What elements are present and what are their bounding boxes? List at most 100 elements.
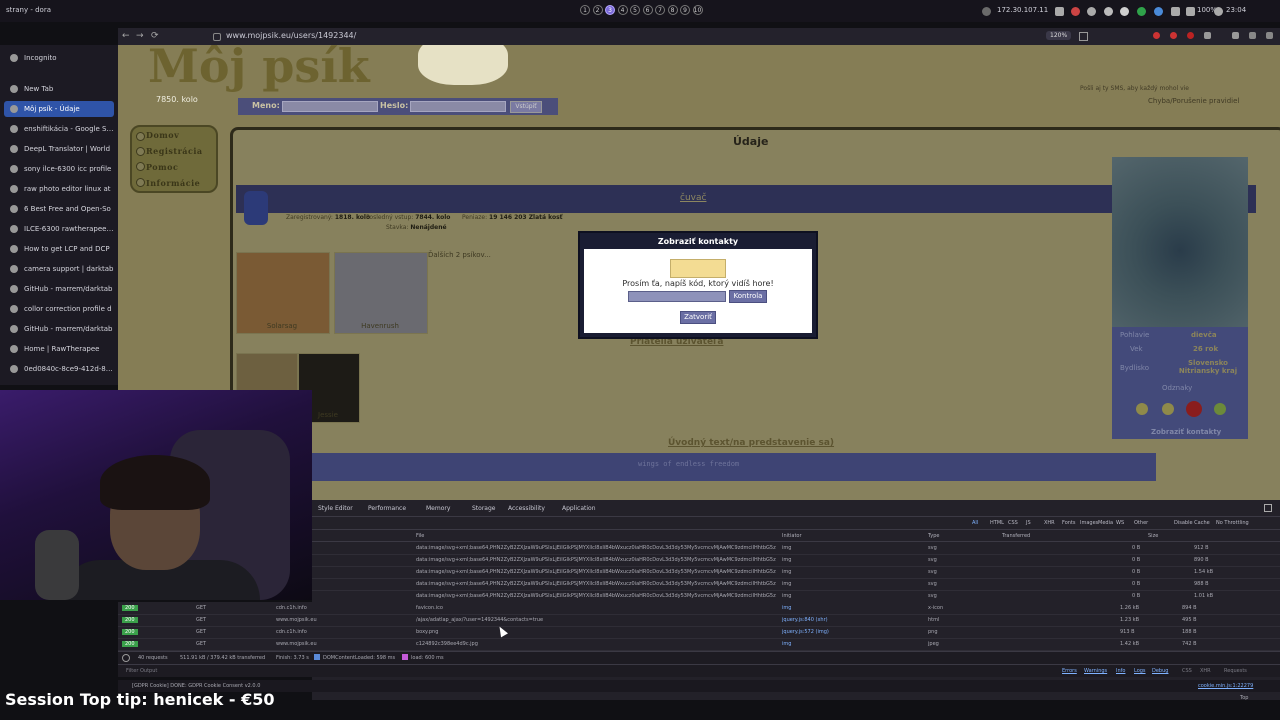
sidebar-tab[interactable]: GitHub - marrem/darktab [4, 281, 114, 297]
filter-ws[interactable]: WS [1116, 520, 1124, 526]
console-filter-debug[interactable]: Debug [1152, 668, 1168, 674]
site-logo[interactable]: Môj psík [148, 45, 370, 93]
console-filter-css[interactable]: CSS [1182, 668, 1192, 674]
column-header[interactable]: Transferred [1002, 533, 1030, 539]
devtools-tab[interactable]: Accessibility [508, 505, 545, 512]
workspace-button[interactable]: 7 [655, 5, 665, 15]
throttling-select[interactable]: No Throttling [1216, 520, 1249, 526]
filter-other[interactable]: Other [1134, 520, 1148, 526]
extension-icon[interactable] [1204, 32, 1211, 39]
badge-icon[interactable] [1214, 403, 1226, 415]
workspace-button[interactable]: 6 [642, 5, 653, 15]
user-avatar[interactable] [244, 191, 268, 225]
sidebar-tab[interactable]: enshiftikácia - Google Sea [4, 121, 114, 137]
nav-help[interactable]: Pomoc [146, 162, 178, 172]
name-input[interactable] [282, 101, 378, 112]
disable-cache-checkbox[interactable]: Disable Cache [1174, 520, 1210, 526]
devtools-tab[interactable]: Style Editor [318, 505, 353, 512]
username-link[interactable]: čuvač [680, 193, 706, 203]
login-button[interactable]: Vstúpiť [510, 101, 542, 113]
contacts-link[interactable]: Zobraziť kontakty [1151, 428, 1221, 436]
column-header[interactable]: Size [1148, 533, 1158, 539]
devtools-tab[interactable]: Storage [472, 505, 495, 512]
record-icon[interactable] [1071, 7, 1080, 16]
address-field[interactable]: www.mojpsik.eu/users/1492344/ [226, 31, 356, 40]
filter-js[interactable]: JS [1026, 520, 1031, 526]
sidebar-tab[interactable]: collor correction profile d [4, 301, 114, 317]
site-info-icon[interactable] [213, 33, 221, 41]
console-filter-logs[interactable]: Logs [1134, 668, 1146, 674]
reader-icon[interactable] [1079, 32, 1088, 41]
badge-icon[interactable] [1186, 401, 1202, 417]
sidebar-tab[interactable]: Môj psík - Údaje [4, 101, 114, 117]
workspace-button[interactable]: 4 [617, 5, 628, 15]
intro-link[interactable]: Úvodný text/na predstavenie sa) [668, 438, 834, 448]
extension-icon[interactable] [1249, 32, 1256, 39]
workspace-button[interactable]: 10 [692, 5, 703, 15]
sidebar-tab[interactable]: raw photo editor linux at [4, 181, 114, 197]
workspace-button[interactable]: 8 [667, 5, 678, 15]
column-header[interactable]: Initiator [782, 533, 802, 539]
workspace-button[interactable]: 9 [680, 5, 690, 15]
workspace-button[interactable]: 5 [630, 5, 640, 15]
clipboard-icon[interactable] [1055, 7, 1064, 16]
devtools-tab[interactable]: Performance [368, 505, 406, 512]
sidebar-tab[interactable]: ILCE-6300 rawtherapee at [4, 221, 114, 237]
nav-register[interactable]: Registrácia [146, 146, 203, 156]
devtools-tab[interactable]: Memory [426, 505, 450, 512]
column-header[interactable]: File [416, 533, 424, 539]
extension-icon[interactable] [1170, 32, 1177, 39]
badge-icon[interactable] [1162, 403, 1174, 415]
filter-css[interactable]: CSS [1008, 520, 1018, 526]
devtools-tab[interactable]: Application [562, 505, 596, 512]
console-filter-warnings[interactable]: Warnings [1084, 668, 1107, 674]
github-icon[interactable] [1120, 7, 1129, 16]
forward-button[interactable]: → [136, 31, 144, 41]
filter-images[interactable]: Images [1080, 520, 1098, 526]
clear-icon[interactable] [122, 654, 130, 662]
spotify-icon[interactable] [1137, 7, 1146, 16]
badge-icon[interactable] [1136, 403, 1148, 415]
filter-media[interactable]: Media [1098, 520, 1113, 526]
bluetooth-icon[interactable] [1087, 7, 1096, 16]
sidebar-tab[interactable]: How to get LCP and DCP [4, 241, 114, 257]
filter-html[interactable]: HTML [990, 520, 1004, 526]
console-filter-info[interactable]: Info [1116, 668, 1125, 674]
close-button[interactable]: Zatvoriť [680, 311, 716, 324]
sidebar-tab[interactable]: sony ilce-6300 icc profile [4, 161, 114, 177]
menu-icon[interactable] [1266, 32, 1273, 39]
network-icon[interactable] [982, 7, 991, 16]
sidebar-tab[interactable]: 6 Best Free and Open-So [4, 201, 114, 217]
workspace-button[interactable]: 3 [605, 5, 615, 15]
extension-icon[interactable] [1187, 32, 1194, 39]
sidebar-tab[interactable]: DeepL Translator | World [4, 141, 114, 157]
rules-link[interactable]: Chyba/Porušenie pravidiel [1148, 97, 1239, 105]
column-header[interactable]: Type [928, 533, 939, 539]
close-icon[interactable] [1264, 504, 1272, 512]
console-source-link[interactable]: cookie.min.js:1:22279 [1198, 683, 1253, 689]
console-filter-xhr[interactable]: XHR [1200, 668, 1211, 674]
extension-icon[interactable] [1153, 32, 1160, 39]
reload-button[interactable]: ⟳ [151, 31, 159, 41]
context-selector[interactable]: Top [1240, 695, 1248, 701]
nav-info[interactable]: Informácie [146, 178, 200, 188]
console-filter-errors[interactable]: Errors [1062, 668, 1077, 674]
sidebar-tab[interactable]: New Tab [4, 81, 114, 97]
sidebar-tab[interactable]: camera support | darktab [4, 261, 114, 277]
filter-fonts[interactable]: Fonts [1062, 520, 1076, 526]
workspace-button[interactable]: 2 [592, 5, 603, 15]
captcha-input[interactable] [628, 291, 726, 302]
zoom-level[interactable]: 120% [1046, 31, 1072, 40]
volume-icon[interactable] [1232, 32, 1239, 39]
pet-name[interactable]: Solarsag [236, 322, 328, 330]
volume-icon[interactable] [1171, 7, 1180, 16]
telegram-icon[interactable] [1154, 7, 1163, 16]
sidebar-tab[interactable]: GitHub - marrem/darktab [4, 321, 114, 337]
back-button[interactable]: ← [122, 31, 130, 41]
more-pets-link[interactable]: Ďalších 2 psíkov... [428, 251, 491, 259]
pet-name[interactable]: Havenrush [334, 322, 426, 330]
workspace-button[interactable]: 1 [580, 5, 590, 15]
console-filter-input[interactable]: Filter Output [126, 668, 157, 674]
console-filter-requests[interactable]: Requests [1224, 668, 1247, 674]
network-row[interactable]: 200 GET www.mojpsik.eu c124892c398ee4d9c.jp… [118, 638, 1280, 651]
